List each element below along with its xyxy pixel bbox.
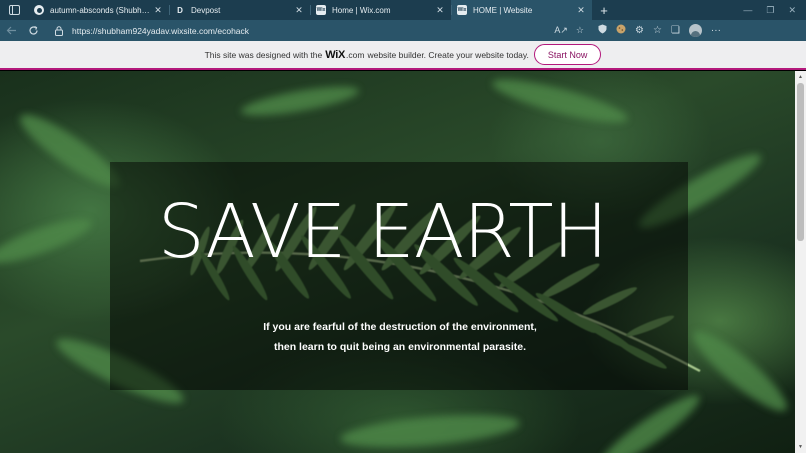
new-tab-button[interactable]: + — [592, 0, 616, 20]
hero-section: SAVE EARTH If you are fearful of the des… — [0, 71, 795, 453]
tab-close-button[interactable]: ✕ — [576, 5, 586, 16]
tab-title: autumn-absconds (Shubham Yadav) — [50, 5, 153, 15]
close-icon[interactable]: ✕ — [788, 5, 796, 16]
extensions-area: ⚙ ☆ ❏ ··· — [598, 24, 721, 37]
hero-title: SAVE EARTH — [157, 189, 608, 275]
address-actions: A↗ ☆ — [554, 25, 592, 36]
github-icon — [34, 5, 44, 15]
tab-devpost[interactable]: D Devpost ✕ — [169, 0, 310, 20]
tab-actions-button[interactable] — [0, 0, 28, 20]
wix-logo: WiX — [325, 48, 346, 61]
reload-button[interactable] — [22, 20, 44, 41]
browser-toolbar: https://shubham924yadav.wixsite.com/ecoh… — [0, 20, 806, 41]
tab-website-active[interactable]: Wix HOME | Website ✕ — [451, 0, 592, 20]
wix-banner-text: This site was designed with the WiX .com… — [205, 49, 529, 61]
wix-dotcom: .com — [346, 49, 365, 60]
tab-close-button[interactable]: ✕ — [153, 5, 163, 16]
address-bar[interactable]: https://shubham924yadav.wixsite.com/ecoh… — [52, 22, 592, 39]
tab-title: Home | Wix.com — [332, 5, 391, 15]
page-scrollbar[interactable]: ▲ ▼ — [795, 71, 806, 453]
extensions-icon[interactable]: ⚙ — [635, 25, 644, 36]
back-button[interactable] — [0, 20, 22, 41]
favorites-icon[interactable]: ☆ — [653, 25, 662, 36]
url-text[interactable]: https://shubham924yadav.wixsite.com/ecoh… — [72, 26, 249, 36]
hero-subtitle: If you are fearful of the destruction of… — [263, 321, 537, 353]
tab-wix-home[interactable]: Wix Home | Wix.com ✕ — [310, 0, 451, 20]
read-aloud-icon[interactable]: A↗ — [554, 25, 568, 36]
minimize-icon[interactable]: — — [743, 5, 752, 15]
scrollbar-thumb[interactable] — [797, 83, 804, 241]
tab-actions-icon — [8, 5, 20, 15]
tab-github[interactable]: autumn-absconds (Shubham Yadav) ✕ — [28, 0, 169, 20]
profile-avatar[interactable] — [688, 24, 702, 37]
maximize-icon[interactable]: ❐ — [766, 5, 774, 16]
add-favorite-icon[interactable]: ☆ — [576, 25, 584, 36]
scroll-up-arrow-icon[interactable]: ▲ — [795, 72, 806, 82]
tab-title: Devpost — [191, 5, 221, 15]
lock-icon[interactable] — [52, 25, 66, 36]
banner-text-after: website builder. Create your website tod… — [367, 49, 529, 60]
tab-strip: autumn-absconds (Shubham Yadav) ✕ D Devp… — [0, 0, 806, 20]
reload-icon — [28, 25, 38, 35]
wix-icon: Wix — [457, 5, 467, 15]
wix-promo-banner: This site was designed with the WiX .com… — [0, 41, 806, 70]
banner-text-before: This site was designed with the — [204, 49, 323, 60]
more-options-icon[interactable]: ··· — [711, 25, 721, 36]
tab-close-button[interactable]: ✕ — [294, 5, 304, 16]
scroll-down-arrow-icon[interactable]: ▼ — [795, 442, 806, 452]
wix-icon: Wix — [316, 5, 326, 15]
collections-icon[interactable]: ❏ — [671, 25, 680, 36]
start-now-button[interactable]: Start Now — [533, 44, 602, 65]
tab-title: HOME | Website — [473, 5, 533, 15]
back-arrow-icon — [6, 26, 16, 35]
devpost-icon: D — [177, 5, 183, 15]
shield-extension-icon[interactable] — [598, 24, 607, 37]
window-controls: — ❐ ✕ — [743, 0, 806, 20]
tab-close-button[interactable]: ✕ — [435, 5, 445, 16]
cookie-extension-icon[interactable] — [616, 24, 626, 37]
